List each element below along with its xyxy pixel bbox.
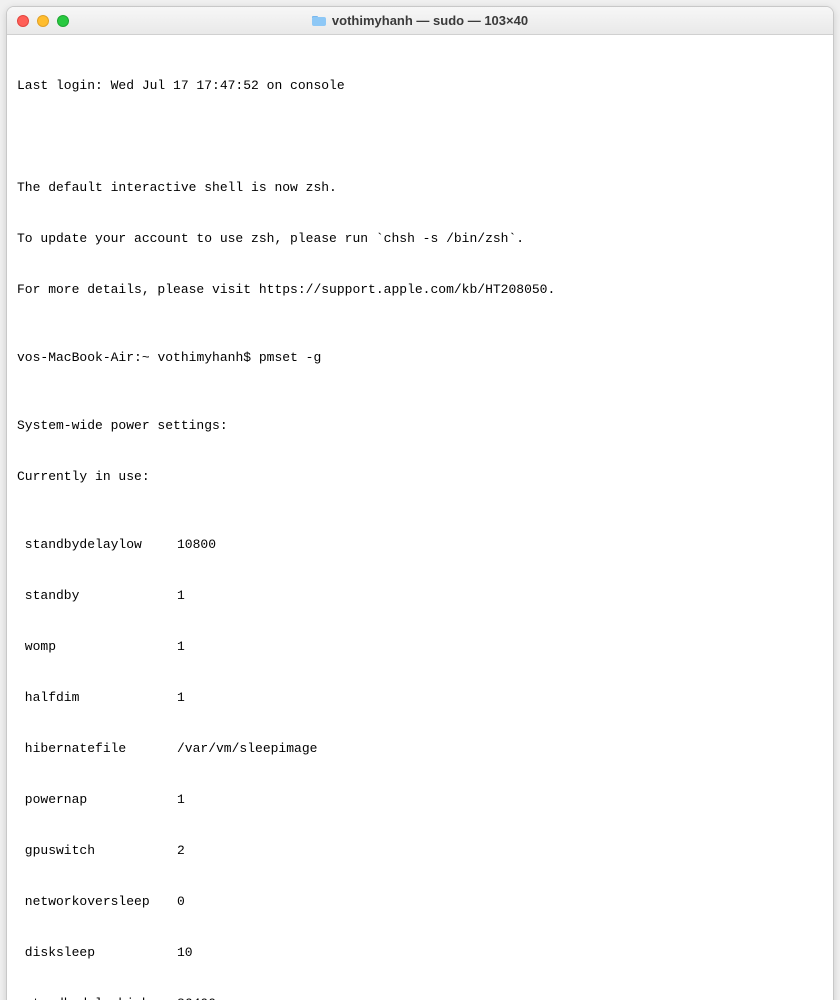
prompt-space	[251, 349, 259, 366]
close-icon[interactable]	[17, 15, 29, 27]
command-pmset-g: pmset -g	[259, 349, 321, 366]
setting-key: standbydelayhigh	[17, 995, 177, 1000]
terminal-window: vothimyhanh — sudo — 103×40 Last login: …	[6, 6, 834, 1000]
prompt-host: vos-MacBook-Air:~	[17, 349, 150, 366]
zsh-notice-line: The default interactive shell is now zsh…	[17, 179, 823, 196]
window-title: vothimyhanh — sudo — 103×40	[332, 13, 528, 28]
setting-key: hibernatefile	[17, 740, 177, 757]
setting-value: 1	[177, 587, 185, 604]
setting-row: hibernatefile/var/vm/sleepimage	[17, 740, 823, 757]
setting-row: gpuswitch2	[17, 842, 823, 859]
zsh-notice-line: To update your account to use zsh, pleas…	[17, 230, 823, 247]
setting-value: 10800	[177, 536, 216, 553]
setting-row: powernap1	[17, 791, 823, 808]
window-controls	[17, 15, 69, 27]
prompt-space	[150, 349, 158, 366]
setting-row: standbydelaylow10800	[17, 536, 823, 553]
prompt-line-1: vos-MacBook-Air:~ vothimyhanh$ pmset -g	[17, 349, 823, 366]
setting-key: halfdim	[17, 689, 177, 706]
terminal-content[interactable]: Last login: Wed Jul 17 17:47:52 on conso…	[7, 35, 833, 1000]
prompt-user: vothimyhanh$	[157, 349, 251, 366]
minimize-icon[interactable]	[37, 15, 49, 27]
setting-row: disksleep10	[17, 944, 823, 961]
title-container: vothimyhanh — sudo — 103×40	[7, 13, 833, 28]
setting-row: networkoversleep0	[17, 893, 823, 910]
setting-key: standbydelaylow	[17, 536, 177, 553]
setting-key: gpuswitch	[17, 842, 177, 859]
setting-row: standby1	[17, 587, 823, 604]
window-titlebar: vothimyhanh — sudo — 103×40	[7, 7, 833, 35]
output-header: Currently in use:	[17, 468, 823, 485]
output-header: System-wide power settings:	[17, 417, 823, 434]
setting-key: womp	[17, 638, 177, 655]
setting-value: 1	[177, 791, 185, 808]
setting-row: halfdim1	[17, 689, 823, 706]
setting-value: 1	[177, 638, 185, 655]
setting-key: powernap	[17, 791, 177, 808]
setting-value: 86400	[177, 995, 216, 1000]
setting-value: /var/vm/sleepimage	[177, 740, 317, 757]
setting-key: disksleep	[17, 944, 177, 961]
setting-value: 2	[177, 842, 185, 859]
setting-value: 10	[177, 944, 193, 961]
blank-line	[17, 128, 823, 145]
setting-key: networkoversleep	[17, 893, 177, 910]
zsh-notice-line: For more details, please visit https://s…	[17, 281, 823, 298]
folder-icon	[312, 15, 326, 26]
setting-row: standbydelayhigh86400	[17, 995, 823, 1000]
setting-row: womp1	[17, 638, 823, 655]
setting-key: standby	[17, 587, 177, 604]
setting-value: 0	[177, 893, 185, 910]
setting-value: 1	[177, 689, 185, 706]
maximize-icon[interactable]	[57, 15, 69, 27]
last-login-line: Last login: Wed Jul 17 17:47:52 on conso…	[17, 77, 823, 94]
